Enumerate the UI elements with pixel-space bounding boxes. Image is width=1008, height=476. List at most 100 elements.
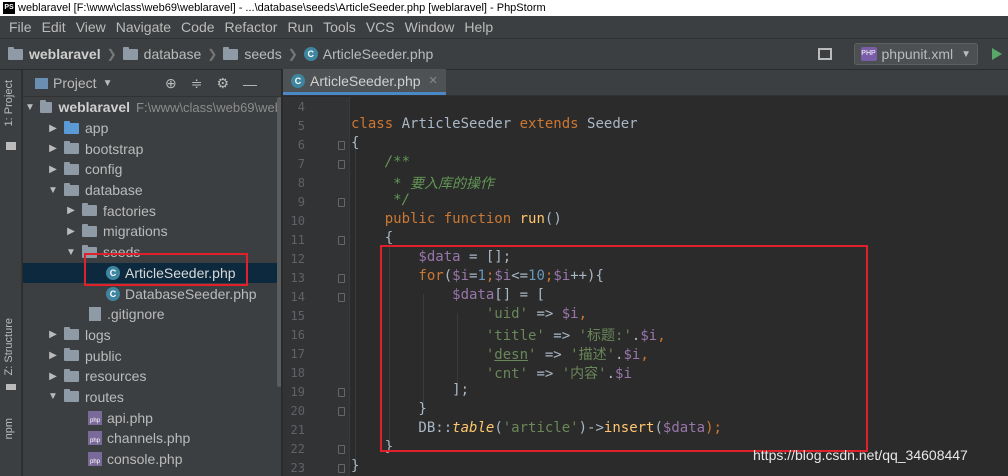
expand-arrow-icon[interactable]: ▼	[47, 185, 59, 196]
project-tool-tab[interactable]: 1: Project	[3, 80, 15, 126]
tree-row-console[interactable]: php console.php	[23, 449, 281, 470]
breadcrumb-seeds[interactable]: seeds	[244, 46, 281, 62]
fold-marker-icon[interactable]	[338, 160, 345, 169]
menu-view[interactable]: View	[71, 19, 111, 35]
fold-marker-icon[interactable]	[338, 407, 345, 416]
fold-marker-icon[interactable]	[338, 198, 345, 207]
folder-icon	[64, 348, 79, 362]
fold-marker-icon[interactable]	[338, 274, 345, 283]
highlight-box-code	[380, 245, 868, 452]
menu-code[interactable]: Code	[176, 19, 219, 35]
code-token: ArticleSeeder	[393, 116, 520, 132]
menu-bar: File Edit View Navigate Code Refactor Ru…	[0, 16, 1008, 38]
menu-help[interactable]: Help	[459, 19, 498, 35]
line-number: 6	[297, 138, 305, 152]
fold-marker-icon[interactable]	[338, 445, 345, 454]
phpstorm-app-icon: PS	[3, 2, 15, 14]
project-scrollbar[interactable]	[277, 97, 281, 387]
collapse-arrow-icon[interactable]: ▶	[65, 226, 77, 237]
folder-icon	[64, 389, 79, 403]
tree-row-public[interactable]: ▶ public	[23, 345, 281, 366]
menu-vcs[interactable]: VCS	[361, 19, 400, 35]
tree-row-api[interactable]: php api.php	[23, 407, 281, 428]
folder-icon	[82, 203, 97, 217]
tree-row-migrations[interactable]: ▶ migrations	[23, 221, 281, 242]
fold-marker-icon[interactable]	[338, 293, 345, 302]
menu-refactor[interactable]: Refactor	[220, 19, 283, 35]
line-number: 8	[297, 176, 305, 190]
collapse-arrow-icon[interactable]: ▶	[65, 205, 77, 216]
tree-row-config[interactable]: ▶ config	[23, 159, 281, 180]
line-number: 23	[290, 461, 305, 475]
menu-tools[interactable]: Tools	[318, 19, 361, 35]
structure-tool-tab[interactable]: Z: Structure	[3, 318, 15, 375]
collapse-arrow-icon[interactable]: ▶	[47, 350, 59, 361]
breadcrumb-project[interactable]: weblaravel	[29, 46, 101, 62]
tree-row-gitignore[interactable]: .gitignore	[23, 304, 281, 325]
php-file-icon: php	[88, 431, 102, 446]
fold-marker-icon[interactable]	[338, 236, 345, 245]
tree-row-channels[interactable]: php channels.php	[23, 428, 281, 449]
terminal-icon[interactable]	[817, 48, 832, 60]
tree-row-logs[interactable]: ▶ logs	[23, 325, 281, 346]
chevron-down-icon: ▼	[961, 48, 971, 60]
collapse-arrow-icon[interactable]: ▶	[47, 164, 59, 175]
close-icon[interactable]: ✕	[429, 74, 438, 87]
line-number: 9	[297, 195, 305, 209]
expand-arrow-icon[interactable]: ▼	[25, 102, 35, 113]
tree-label: database	[85, 182, 143, 199]
gear-icon[interactable]: ⚙	[216, 75, 229, 92]
line-number: 20	[290, 404, 305, 418]
tree-row-bootstrap[interactable]: ▶ bootstrap	[23, 138, 281, 159]
expand-arrow-icon[interactable]: ▼	[47, 391, 59, 402]
window-title-bar: PS weblaravel [F:\www\class\web69\weblar…	[0, 0, 1008, 16]
menu-navigate[interactable]: Navigate	[111, 19, 176, 35]
tab-articleseeder[interactable]: C ArticleSeeder.php ✕	[283, 69, 446, 95]
breadcrumb-file[interactable]: ArticleSeeder.php	[323, 46, 434, 62]
collapse-arrow-icon[interactable]: ▶	[47, 123, 59, 134]
menu-file[interactable]: File	[4, 19, 37, 35]
collapse-arrow-icon[interactable]: ▶	[47, 329, 59, 340]
collapse-arrow-icon[interactable]: ▶	[47, 371, 59, 382]
run-configuration-select[interactable]: PHP phpunit.xml ▼	[853, 43, 978, 65]
fold-marker-icon[interactable]	[338, 141, 345, 150]
expand-arrow-icon[interactable]: ▼	[65, 247, 77, 258]
navigation-bar: weblaravel ❯ database ❯ seeds ❯ C Articl…	[0, 38, 1008, 70]
collapse-arrow-icon[interactable]: ▶	[47, 143, 59, 154]
code-token: ()	[544, 211, 562, 227]
locate-icon[interactable]: ⊕	[165, 75, 177, 92]
tree-row-database[interactable]: ▼ database	[23, 180, 281, 201]
tree-row-resources[interactable]: ▶ resources	[23, 366, 281, 387]
fold-marker-icon[interactable]	[338, 464, 345, 473]
php-file-icon: php	[88, 452, 102, 467]
project-panel-tools: ⊕ ≑ ⚙ —	[165, 70, 257, 97]
php-class-icon: C	[291, 73, 305, 88]
tree-row-factories[interactable]: ▶ factories	[23, 200, 281, 221]
tree-row-databaseseeder[interactable]: C DatabaseSeeder.php	[23, 283, 281, 304]
fold-marker-icon[interactable]	[338, 388, 345, 397]
left-tool-strip: 1: Project Z: Structure npm	[0, 70, 22, 476]
collapse-all-icon[interactable]: ≑	[191, 75, 203, 92]
hide-icon[interactable]: —	[243, 76, 257, 92]
code-token: function	[435, 211, 520, 227]
menu-edit[interactable]: Edit	[37, 19, 71, 35]
run-icon[interactable]	[992, 48, 1002, 60]
tree-row-app[interactable]: ▶ app	[23, 118, 281, 139]
tree-row-weblaravel[interactable]: ▼ weblaravel F:\www\class\web69\web	[23, 97, 281, 118]
npm-tool-tab[interactable]: npm	[3, 418, 15, 439]
breadcrumb-database[interactable]: database	[144, 46, 202, 62]
line-number: 7	[297, 157, 305, 171]
menu-window[interactable]: Window	[400, 19, 460, 35]
menu-run[interactable]: Run	[282, 19, 318, 35]
code-line-7: /**	[351, 154, 411, 170]
folder-icon	[64, 120, 79, 134]
tree-label: logs	[85, 326, 111, 343]
line-number: 15	[290, 309, 305, 323]
tree-row-routes[interactable]: ▼ routes	[23, 387, 281, 408]
project-view-select[interactable]: Project	[53, 75, 97, 91]
tab-label: ArticleSeeder.php	[310, 72, 421, 89]
line-number: 5	[297, 119, 305, 133]
code-line-8: * 要入库的操作	[351, 176, 495, 192]
chevron-down-icon[interactable]: ▼	[103, 78, 113, 89]
line-number: 16	[290, 328, 305, 342]
